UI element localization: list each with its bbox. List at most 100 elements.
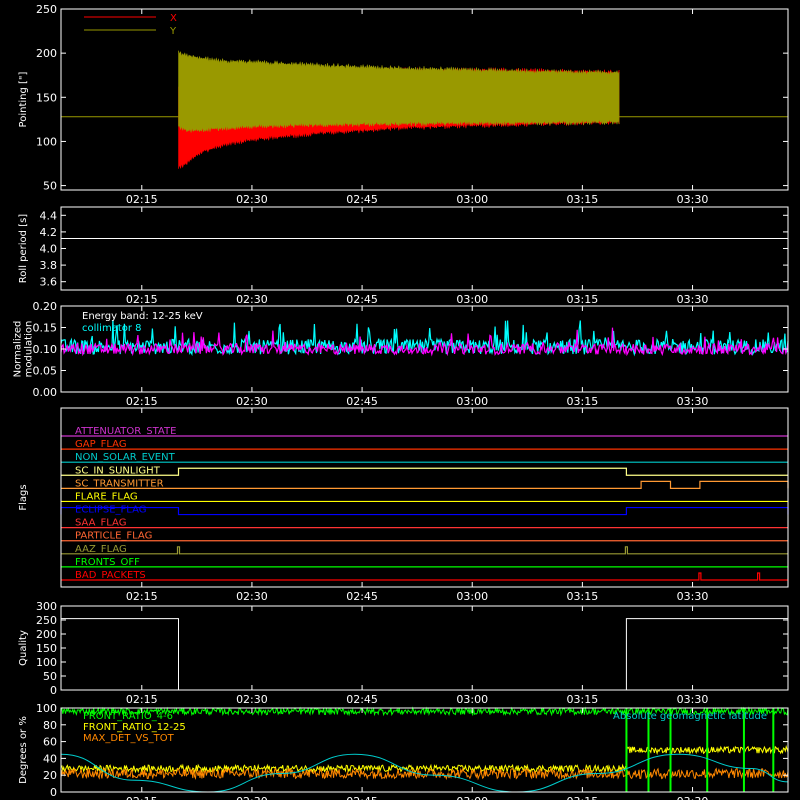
y-axis-label: Degrees or % <box>18 716 29 784</box>
flag-label: PARTICLE_FLAG <box>75 531 152 542</box>
x-tick-label: 02:15 <box>126 795 158 800</box>
x-tick-label: 02:45 <box>346 293 378 306</box>
y-tick-label: 80 <box>43 719 57 732</box>
legend-label: X <box>170 13 177 24</box>
y-tick-label: 4.0 <box>40 243 58 256</box>
panel-3: 02:15 02:30 02:45 03:00 03:15 03:30 0.00 0.05 0.… <box>13 300 789 408</box>
y-axis-label: Quality <box>18 630 29 666</box>
x-tick-label: 03:15 <box>567 693 599 706</box>
y-tick-label: 300 <box>36 600 57 613</box>
y-tick-label: 50 <box>43 670 57 683</box>
panel-1: 02:15 02:30 02:45 03:00 03:15 03:30 50 100 150 20… <box>18 3 789 206</box>
y-tick-label: 0.00 <box>33 386 58 399</box>
y-tick-label: 100 <box>36 702 57 715</box>
flag-label: ECLIPSE_FLAG <box>75 505 146 516</box>
x-tick-label: 03:15 <box>567 395 599 408</box>
x-tick-label: 02:15 <box>126 193 158 206</box>
y-axis-label: Roll period [s] <box>18 214 29 283</box>
y-tick-label: 200 <box>36 628 57 641</box>
y-tick-label: 3.8 <box>40 259 58 272</box>
y-tick-label: 100 <box>36 656 57 669</box>
y-tick-label: 0.05 <box>33 365 58 378</box>
panel-4: ATTENUATOR_STATE GAP_FLAG NON_SOLAR_EVENT S… <box>18 407 789 603</box>
x-tick-label: 02:45 <box>346 795 378 800</box>
flag-label: SC_TRANSMITTER <box>75 478 164 489</box>
percent-series <box>60 744 789 774</box>
flag-label: FLARE_FLAG <box>75 491 138 502</box>
y-tick-label: 250 <box>36 614 57 627</box>
x-tick-label: 03:30 <box>677 193 709 206</box>
x-tick-label: 02:30 <box>236 590 268 603</box>
flag-label: GAP_FLAG <box>75 439 127 450</box>
flag-label: AAZ_FLAG <box>75 544 127 555</box>
legend-label: Energy band: 12-25 keV <box>82 311 203 322</box>
x-tick-label: 02:45 <box>346 693 378 706</box>
x-tick-label: 02:30 <box>236 395 268 408</box>
flag-line <box>61 467 788 476</box>
y-axis-label: Normalized <box>13 321 24 378</box>
x-tick-label: 03:00 <box>456 193 488 206</box>
y-tick-label: 20 <box>43 769 57 782</box>
x-tick-label: 02:15 <box>126 590 158 603</box>
y-tick-label: 40 <box>43 752 57 765</box>
y-tick-label: 4.4 <box>40 209 58 222</box>
x-tick-label: 02:30 <box>236 693 268 706</box>
series-Y-envelope <box>178 50 620 133</box>
flag-label: BAD_PACKETS <box>75 570 146 581</box>
x-tick-label: 03:30 <box>677 293 709 306</box>
legend-label: FRONT_RATIO_12-25 <box>83 722 186 733</box>
x-tick-label: 03:15 <box>567 193 599 206</box>
x-tick-label: 03:15 <box>567 293 599 306</box>
x-tick-label: 03:15 <box>567 590 599 603</box>
x-tick-label: 03:00 <box>456 590 488 603</box>
flag-line <box>61 572 788 581</box>
flag-label: ATTENUATOR_STATE <box>75 426 176 437</box>
y-axis-label: Pointing ["] <box>18 71 29 127</box>
y-tick-label: 0 <box>50 786 57 799</box>
y-tick-label: 50 <box>43 180 57 193</box>
percent-series <box>60 766 789 781</box>
y-tick-label: 100 <box>36 135 57 148</box>
y-tick-label: 250 <box>36 3 57 16</box>
flag-line <box>61 546 788 555</box>
flag-line <box>61 480 789 489</box>
flag-label: NON_SOLAR_EVENT <box>75 452 176 463</box>
x-tick-label: 02:30 <box>236 293 268 306</box>
y-axis-label: Flags <box>18 484 29 510</box>
plot-frame <box>60 206 789 291</box>
flag-line <box>60 506 789 516</box>
x-tick-label: 02:45 <box>346 590 378 603</box>
y-tick-label: 3.6 <box>40 276 58 289</box>
y-tick-label: 0.10 <box>33 343 58 356</box>
y-tick-label: 4.2 <box>40 226 58 239</box>
x-tick-label: 02:45 <box>346 395 378 408</box>
legend-label: FRONT_RATIO_4-6 <box>83 711 173 722</box>
y-tick-label: 0.15 <box>33 322 58 335</box>
x-tick-label: 02:15 <box>126 693 158 706</box>
flag-label: SAA_FLAG <box>75 518 126 529</box>
x-tick-label: 03:00 <box>456 293 488 306</box>
telemetry-figure: 02:15 02:30 02:45 03:00 03:15 03:305010015020… <box>0 0 800 800</box>
y-tick-label: 200 <box>36 47 57 60</box>
latitude-annotation: Absolute geomagnetic latitude <box>613 711 767 722</box>
x-tick-label: 02:30 <box>236 193 268 206</box>
y-tick-label: 60 <box>43 736 57 749</box>
y-tick-label: 0.20 <box>33 300 58 313</box>
x-tick-label: 03:30 <box>677 693 709 706</box>
x-tick-label: 03:00 <box>456 795 488 800</box>
y-axis-label: modulation <box>24 321 35 378</box>
panel-5: 02:15 02:30 02:45 03:00 03:15 03:300501001502… <box>18 600 789 706</box>
y-tick-label: 150 <box>36 91 57 104</box>
legend-label: MAX_DET_VS_TOT <box>83 733 175 744</box>
quality-line <box>61 618 788 691</box>
y-tick-label: 0 <box>50 684 57 697</box>
y-tick-label: 150 <box>36 642 57 655</box>
flag-label: FRONTS_OFF <box>75 557 140 568</box>
panel-2: 02:15 02:30 02:45 03:00 03:15 03:30 3.6 3.8 4.0 4… <box>18 206 789 306</box>
legend-label: Y <box>169 26 177 37</box>
x-tick-label: 03:30 <box>677 795 709 800</box>
x-tick-label: 03:30 <box>677 590 709 603</box>
x-tick-label: 03:00 <box>456 395 488 408</box>
x-tick-label: 02:15 <box>126 395 158 408</box>
legend-label: collimator 8 <box>82 323 142 334</box>
